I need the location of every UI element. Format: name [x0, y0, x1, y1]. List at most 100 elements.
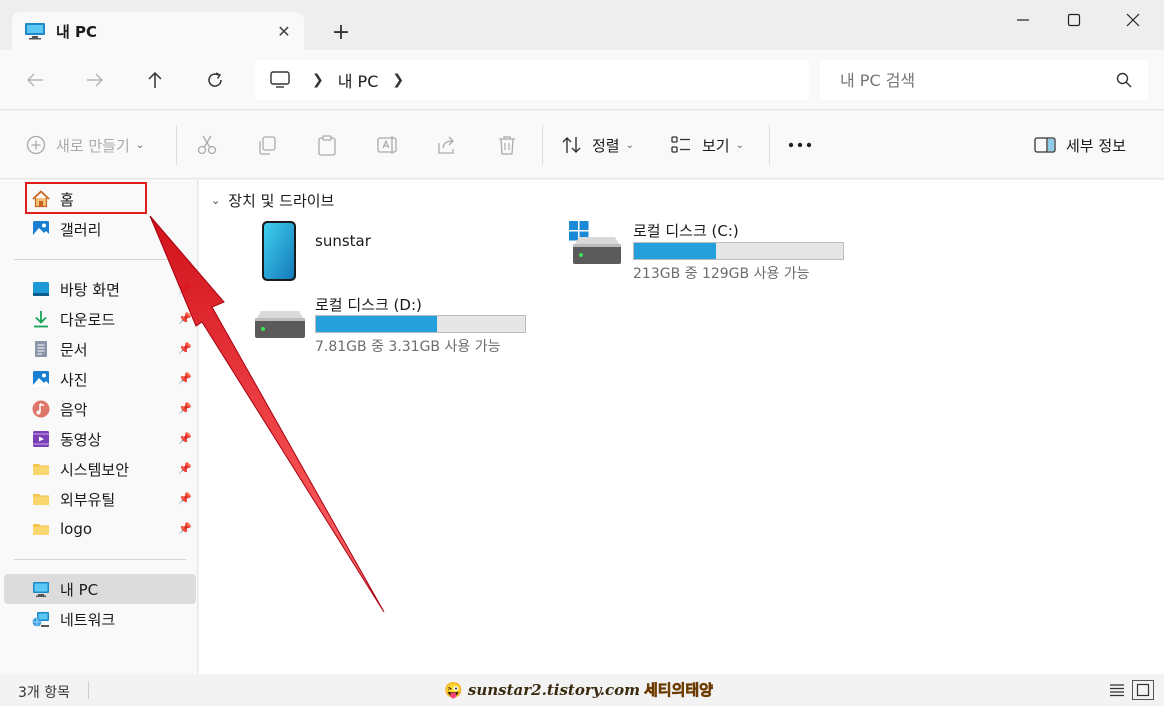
pin-icon[interactable]: 📌 [178, 492, 192, 505]
sidebar-item-documents[interactable]: 문서 📌 [4, 334, 196, 364]
search-input[interactable] [840, 70, 1110, 90]
breadcrumb-chevron-icon[interactable]: ❯ [392, 72, 404, 88]
device-item-phone[interactable]: sunstar [255, 220, 505, 284]
back-button[interactable] [20, 66, 50, 94]
pin-icon[interactable]: 📌 [178, 462, 192, 475]
status-divider [88, 681, 89, 699]
close-icon [1126, 13, 1140, 27]
pin-icon[interactable]: 📌 [178, 342, 192, 355]
breadcrumb-chevron-icon[interactable]: ❯ [312, 72, 324, 88]
sidebar-item-label: 사진 [60, 370, 88, 389]
folder-icon [33, 464, 49, 475]
device-item-drive-d[interactable]: 로컬 디스크 (D:) 7.81GB 중 3.31GB 사용 가능 [253, 292, 553, 356]
details-label: 세부 정보 [1066, 136, 1126, 155]
drive-name: 로컬 디스크 (D:) [315, 296, 422, 314]
pin-icon[interactable]: 📌 [178, 402, 192, 415]
rename-icon [377, 136, 397, 154]
sidebar-item-videos[interactable]: 동영상 📌 [4, 424, 196, 454]
clipboard-icon [318, 135, 336, 156]
drive-name: 로컬 디스크 (C:) [633, 222, 739, 240]
pin-icon[interactable]: 📌 [178, 372, 192, 385]
paste-button[interactable] [316, 131, 338, 159]
breadcrumb-my-pc[interactable]: 내 PC [338, 68, 379, 92]
home-highlight-box [25, 182, 147, 214]
toolbar-divider [769, 125, 770, 165]
sidebar-item-my-pc[interactable]: 내 PC [4, 574, 196, 604]
drive-space-info: 213GB 중 129GB 사용 가능 [633, 266, 810, 282]
pin-icon[interactable]: 📌 [178, 522, 192, 535]
refresh-button[interactable] [200, 66, 230, 94]
minimize-icon [1017, 19, 1029, 21]
sidebar-item-downloads[interactable]: 다운로드 📌 [4, 304, 196, 334]
new-button[interactable]: 새로 만들기 ⌄ [26, 131, 144, 159]
sidebar-item-folder[interactable]: logo 📌 [4, 514, 196, 544]
rename-button[interactable] [376, 131, 398, 159]
sidebar-item-desktop[interactable]: 바탕 화면 📌 [4, 274, 196, 304]
pin-icon[interactable]: 📌 [178, 312, 192, 325]
sidebar-item-gallery[interactable]: 갤러리 [4, 214, 196, 244]
sidebar-item-label: 동영상 [60, 430, 102, 449]
computer-icon [33, 582, 49, 597]
address-bar[interactable]: ❯ 내 PC ❯ [254, 60, 809, 100]
up-button[interactable] [140, 66, 170, 94]
minimize-button[interactable] [1000, 6, 1046, 34]
search-box[interactable] [820, 60, 1148, 100]
sidebar-item-label: 다운로드 [60, 310, 116, 329]
command-bar: 새로 만들기 ⌄ 정렬 ⌄ 보기 ⌄ 세부 정보 [0, 111, 1164, 179]
details-pane-button[interactable]: 세부 정보 [1034, 131, 1126, 159]
tab-title: 내 PC [56, 22, 98, 41]
more-options-button[interactable] [788, 131, 812, 159]
new-tab-button[interactable]: + [328, 19, 354, 45]
document-icon [35, 341, 47, 357]
sidebar-item-music[interactable]: 음악 📌 [4, 394, 196, 424]
sidebar-item-label: 시스템보안 [60, 460, 130, 479]
new-button-label: 새로 만들기 [56, 136, 130, 155]
watermark: 😜 sunstar2.tistory.com 세티의태양 [444, 679, 713, 700]
sidebar-item-folder[interactable]: 외부유틸 📌 [4, 484, 196, 514]
drive-space-info: 7.81GB 중 3.31GB 사용 가능 [315, 339, 501, 355]
drive-usage-bar [633, 242, 844, 260]
arrow-left-icon [26, 73, 43, 87]
delete-button[interactable] [496, 131, 518, 159]
sidebar-item-label: 갤러리 [60, 220, 102, 239]
pin-icon[interactable]: 📌 [178, 282, 192, 295]
sidebar-divider [14, 559, 186, 560]
chevron-down-icon: ⌄ [135, 139, 145, 151]
maximize-icon [1067, 13, 1081, 27]
close-window-button[interactable] [1110, 6, 1156, 34]
sidebar-item-folder[interactable]: 시스템보안 📌 [4, 454, 196, 484]
folder-icon [33, 494, 49, 505]
details-view-button[interactable] [1106, 680, 1128, 700]
navigation-pane: 홈 갤러리 바탕 화면 📌 다운로드 📌 문서 📌 사진 📌 음악 📌 동영상 … [0, 180, 198, 674]
tiles-view-button[interactable] [1132, 680, 1154, 700]
share-button[interactable] [436, 131, 458, 159]
pictures-icon [33, 371, 49, 387]
arrow-right-icon [87, 73, 104, 87]
maximize-button[interactable] [1051, 6, 1097, 34]
forward-button[interactable] [80, 66, 110, 94]
device-name: sunstar [315, 232, 371, 250]
sort-button[interactable]: 정렬 ⌄ [562, 131, 634, 159]
tiles-view-icon [1136, 683, 1150, 697]
view-button[interactable]: 보기 ⌄ [670, 131, 744, 159]
sidebar-item-network[interactable]: 네트워크 [4, 604, 196, 634]
device-item-drive-c[interactable]: 로컬 디스크 (C:) 213GB 중 129GB 사용 가능 [567, 220, 857, 284]
drive-usage-fill [634, 243, 716, 259]
scissors-icon [197, 135, 217, 155]
sidebar-item-pictures[interactable]: 사진 📌 [4, 364, 196, 394]
download-icon [34, 311, 48, 328]
group-header-devices[interactable]: ⌄ 장치 및 드라이브 [211, 190, 334, 211]
toolbar-divider [176, 125, 177, 165]
watermark-url: sunstar2.tistory.com [467, 681, 640, 699]
refresh-icon [208, 72, 222, 87]
list-view-icon [1110, 684, 1124, 697]
desktop-icon [33, 282, 49, 296]
sort-icon [562, 137, 581, 153]
chevron-down-icon: ⌄ [625, 139, 634, 151]
copy-button[interactable] [256, 131, 278, 159]
pin-icon[interactable]: 📌 [178, 432, 192, 445]
tab-my-pc[interactable]: 내 PC ✕ [12, 12, 304, 50]
chevron-down-icon: ⌄ [735, 139, 744, 151]
close-tab-icon[interactable]: ✕ [274, 21, 294, 41]
cut-button[interactable] [196, 131, 218, 159]
